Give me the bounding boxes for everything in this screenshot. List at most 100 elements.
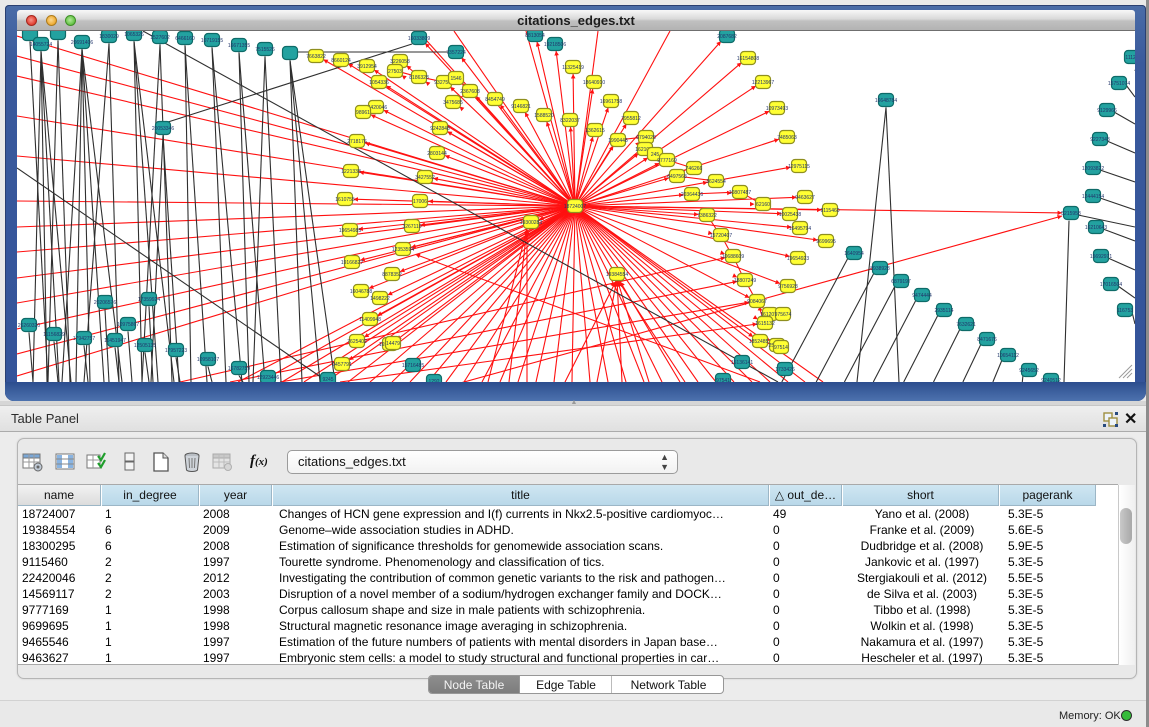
svg-text:16671355: 16671355	[228, 43, 250, 49]
svg-text:1527602: 1527602	[150, 35, 170, 41]
svg-text:2935114: 2935114	[934, 308, 953, 314]
svg-text:18640910: 18640910	[583, 80, 605, 86]
svg-text:20364436: 20364436	[681, 192, 703, 198]
svg-text:11451947: 11451947	[104, 338, 126, 344]
svg-text:17006: 17006	[413, 199, 427, 205]
svg-text:19384554: 19384554	[606, 272, 628, 278]
svg-text:1292: 1292	[428, 379, 439, 382]
svg-text:1610755: 1610755	[335, 197, 355, 203]
svg-text:17957223: 17957223	[165, 348, 187, 354]
svg-text:7955812: 7955812	[621, 116, 641, 122]
svg-text:11156829: 11156829	[43, 332, 65, 338]
svg-text:10958107: 10958107	[197, 357, 219, 363]
svg-text:1054336: 1054336	[369, 80, 389, 86]
svg-text:17942757: 17942757	[73, 336, 95, 342]
svg-text:11325419: 11325419	[562, 65, 584, 71]
svg-text:5215958: 5215958	[1061, 211, 1081, 217]
svg-text:17016504: 17016504	[1100, 282, 1122, 288]
svg-text:10654112: 10654112	[997, 353, 1019, 359]
svg-text:8186328: 8186328	[409, 75, 429, 81]
svg-text:9227343: 9227343	[1090, 137, 1110, 143]
svg-text:2087682: 2087682	[717, 34, 737, 40]
svg-text:3427552: 3427552	[415, 175, 435, 181]
svg-text:10688609: 10688609	[722, 254, 744, 260]
svg-text:19654985: 19654985	[339, 228, 361, 234]
svg-text:6794028: 6794028	[636, 135, 656, 141]
svg-text:19166827: 19166827	[341, 260, 363, 266]
svg-text:9245652: 9245652	[1019, 368, 1039, 374]
svg-text:8322037: 8322037	[560, 118, 580, 124]
svg-text:1990448: 1990448	[608, 138, 628, 144]
svg-text:9457791: 9457791	[332, 362, 352, 368]
svg-text:9463627: 9463627	[795, 195, 815, 201]
svg-text:2718176: 2718176	[347, 139, 367, 145]
svg-text:3475685: 3475685	[443, 100, 463, 106]
svg-text:7386322: 7386322	[697, 213, 717, 219]
svg-text:10025438: 10025438	[779, 212, 801, 218]
svg-text:19654923: 19654923	[787, 256, 809, 262]
svg-text:746266: 746266	[686, 166, 703, 172]
svg-text:9474444: 9474444	[912, 293, 932, 299]
svg-text:15136141: 15136141	[731, 360, 753, 366]
svg-text:10975867: 10975867	[117, 322, 139, 328]
svg-text:62160: 62160	[756, 202, 770, 208]
svg-text:7485063: 7485063	[777, 135, 797, 141]
svg-text:8813054: 8813054	[525, 33, 545, 39]
svg-text:2803144: 2803144	[427, 151, 447, 157]
svg-text:1615132: 1615132	[755, 321, 775, 327]
svg-text:10807487: 10807487	[729, 190, 751, 196]
svg-text:16033809: 16033809	[408, 36, 430, 42]
svg-text:16495794: 16495794	[789, 226, 811, 232]
svg-text:18724007: 18724007	[564, 204, 586, 210]
svg-text:9129966: 9129966	[1097, 108, 1117, 114]
svg-text:6466160: 6466160	[175, 36, 195, 42]
svg-text:1362615: 1362615	[585, 128, 605, 134]
svg-text:1065326: 1065326	[124, 32, 144, 38]
svg-text:8938928: 8938928	[870, 266, 890, 272]
svg-text:1640954: 1640954	[844, 251, 864, 257]
svg-text:9146821: 9146821	[511, 104, 531, 110]
svg-text:12923446: 12923446	[257, 375, 279, 381]
svg-text:9245: 9245	[322, 377, 333, 382]
svg-text:17359924: 17359924	[138, 297, 160, 303]
svg-text:8878352: 8878352	[382, 272, 402, 278]
svg-text:9240512: 9240512	[1041, 378, 1061, 382]
svg-text:16648784: 16648784	[875, 98, 897, 104]
svg-text:1733426: 1733426	[775, 367, 795, 373]
svg-text:9699695: 9699695	[816, 239, 836, 245]
svg-text:3912954: 3912954	[357, 64, 377, 70]
svg-text:7663822: 7663822	[306, 54, 326, 60]
svg-text:9084067: 9084067	[747, 299, 767, 305]
svg-text:1546: 1546	[450, 76, 461, 82]
svg-text:97514: 97514	[774, 345, 788, 351]
svg-text:12975115: 12975115	[788, 164, 810, 170]
svg-text:15692971: 15692971	[1090, 254, 1112, 260]
svg-text:7632621: 7632621	[956, 322, 976, 328]
svg-text:98961: 98961	[356, 110, 370, 116]
svg-text:8454749: 8454749	[485, 97, 505, 103]
svg-text:8471676: 8471676	[977, 337, 997, 343]
svg-text:7357224: 7357224	[446, 50, 466, 56]
svg-text:20053346: 20053346	[152, 126, 174, 132]
svg-text:1588520: 1588520	[534, 113, 554, 119]
svg-text:16046788: 16046788	[350, 289, 372, 295]
svg-text:19218506: 19218506	[544, 42, 566, 48]
svg-text:16210643: 16210643	[1085, 225, 1107, 231]
svg-text:16154808: 16154808	[737, 56, 759, 62]
svg-text:9756928: 9756928	[778, 284, 798, 290]
svg-text:9242848: 9242848	[430, 126, 450, 132]
svg-text:3267110: 3267110	[402, 224, 421, 230]
svg-text:3624554: 3624554	[706, 179, 726, 185]
svg-text:10719155: 10719155	[201, 38, 223, 44]
svg-text:6497568: 6497568	[667, 174, 687, 180]
svg-text:6879197: 6879197	[891, 279, 911, 285]
svg-text:16782759: 16782759	[228, 366, 250, 372]
svg-text:2367608: 2367608	[460, 89, 480, 95]
svg-text:14055724: 14055724	[30, 42, 52, 48]
svg-text:1830029: 1830029	[99, 34, 119, 40]
svg-text:9115460: 9115460	[820, 208, 839, 214]
svg-text:15716485: 15716485	[402, 363, 424, 369]
svg-text:1221338: 1221338	[341, 169, 361, 175]
svg-text:16961758: 16961758	[600, 99, 622, 105]
svg-text:10973493: 10973493	[766, 106, 788, 112]
